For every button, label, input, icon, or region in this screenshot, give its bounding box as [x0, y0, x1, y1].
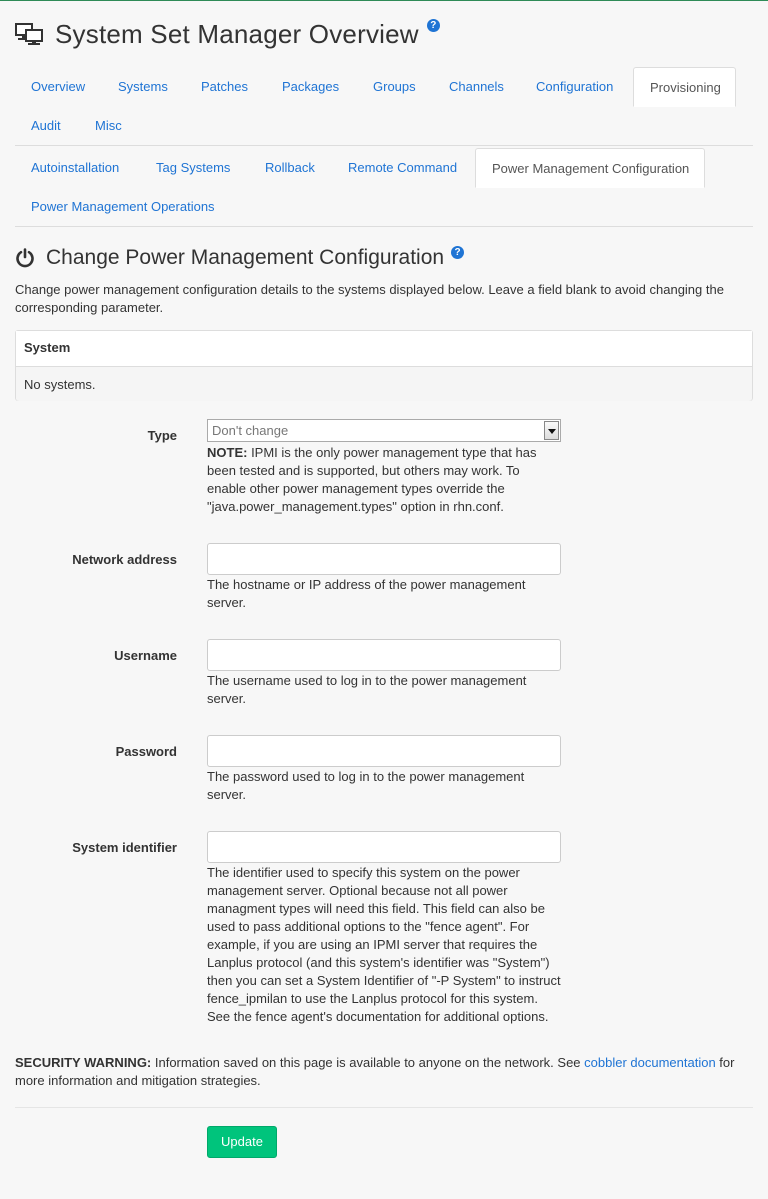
tab-provisioning[interactable]: Provisioning [633, 67, 736, 107]
primary-tabs: Overview Systems Patches Packages Groups… [15, 67, 753, 146]
system-set-icon [15, 23, 43, 45]
tab-misc[interactable]: Misc [79, 106, 138, 145]
security-warning-strong: SECURITY WARNING: [15, 1055, 152, 1070]
tab-power-management-configuration[interactable]: Power Management Configuration [475, 148, 705, 188]
section-description: Change power management configuration de… [15, 282, 724, 315]
secondary-tabs-row-2: Power Management Operations [15, 187, 753, 226]
tab-power-management-operations[interactable]: Power Management Operations [15, 187, 231, 226]
system-identifier-help: The identifier used to specify this syst… [207, 865, 561, 1024]
help-icon[interactable]: ? [426, 18, 440, 32]
tab-packages[interactable]: Packages [266, 67, 355, 106]
password-label: Password [115, 744, 177, 759]
update-button[interactable]: Update [207, 1126, 277, 1158]
page-title: System Set Manager Overview [55, 18, 419, 49]
tab-configuration[interactable]: Configuration [520, 67, 629, 106]
username-label: Username [114, 648, 177, 663]
page-header: System Set Manager Overview ? [15, 16, 440, 52]
tab-remote-command[interactable]: Remote Command [332, 148, 473, 187]
security-warning: SECURITY WARNING: Information saved on t… [15, 1054, 753, 1090]
section-header: Change Power Management Configuration ? [15, 244, 465, 272]
divider [15, 1107, 753, 1108]
tab-systems[interactable]: Systems [102, 67, 184, 106]
network-address-label: Network address [72, 552, 177, 567]
tab-channels[interactable]: Channels [433, 67, 520, 106]
tab-rollback[interactable]: Rollback [249, 148, 331, 187]
password-help: The password used to log in to the power… [207, 769, 525, 802]
system-identifier-input[interactable] [207, 831, 561, 863]
password-input[interactable] [207, 735, 561, 767]
username-help: The username used to log in to the power… [207, 673, 527, 706]
tab-overview[interactable]: Overview [15, 67, 101, 106]
type-select-value: Don't change [212, 423, 289, 438]
tab-audit[interactable]: Audit [15, 106, 77, 145]
power-icon [16, 248, 34, 268]
table-empty-row: No systems. [16, 367, 752, 401]
tab-groups[interactable]: Groups [357, 67, 432, 106]
section-title: Change Power Management Configuration [46, 246, 445, 269]
primary-tabs-row-2: Audit Misc [15, 106, 753, 145]
chevron-down-icon[interactable] [544, 421, 559, 440]
primary-tabs-row-1: Overview Systems Patches Packages Groups… [15, 67, 753, 107]
top-accent-line [0, 0, 768, 1]
tab-tag-systems[interactable]: Tag Systems [140, 148, 246, 187]
systems-table: System No systems. [15, 330, 753, 401]
tab-autoinstallation[interactable]: Autoinstallation [15, 148, 135, 187]
network-address-input[interactable] [207, 543, 561, 575]
secondary-tabs-row-1: Autoinstallation Tag Systems Rollback Re… [15, 148, 753, 188]
type-note: NOTE: IPMI is the only power management … [207, 444, 562, 516]
type-select[interactable]: Don't change [207, 419, 561, 442]
security-warning-text-1: Information saved on this page is availa… [151, 1055, 585, 1070]
type-note-strong: NOTE: [207, 445, 248, 460]
type-note-text: IPMI is the only power management type t… [207, 445, 537, 514]
network-address-help: The hostname or IP address of the power … [207, 577, 526, 610]
table-header-system: System [16, 331, 752, 367]
tab-patches[interactable]: Patches [185, 67, 264, 106]
cobbler-documentation-link[interactable]: cobbler documentation [584, 1055, 716, 1070]
type-label: Type [147, 428, 177, 443]
secondary-tabs: Autoinstallation Tag Systems Rollback Re… [15, 148, 753, 227]
username-input[interactable] [207, 639, 561, 671]
section-help-icon[interactable]: ? [451, 245, 465, 259]
system-identifier-label: System identifier [72, 840, 177, 855]
